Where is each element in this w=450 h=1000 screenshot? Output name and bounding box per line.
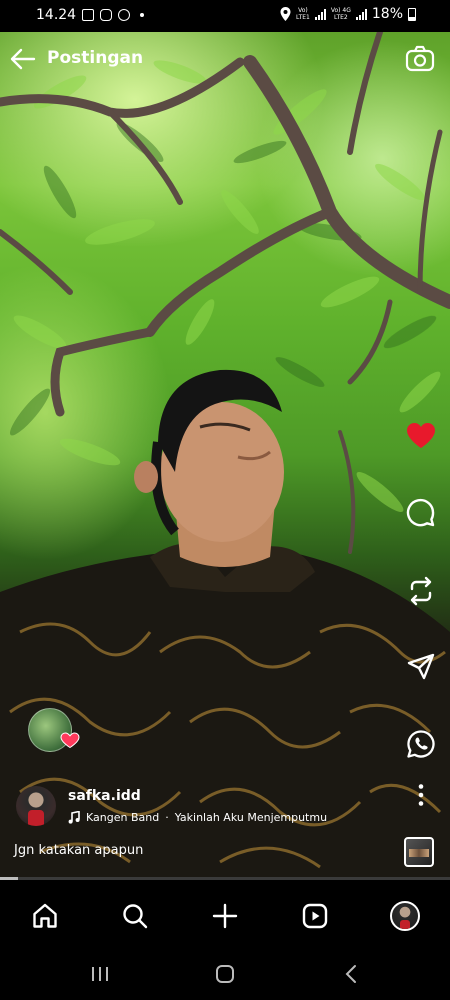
video-progress-bar[interactable] <box>0 877 450 880</box>
author-username[interactable]: safka.idd <box>68 788 141 804</box>
status-left: 14.24 <box>36 7 145 23</box>
comment-icon <box>406 498 435 527</box>
share-button[interactable] <box>404 650 438 684</box>
music-separator: · <box>165 811 169 824</box>
camera-button[interactable] <box>404 44 436 74</box>
music-note-icon <box>68 811 80 824</box>
nav-create-button[interactable] <box>209 900 241 932</box>
status-right: Vo) LTE1 Vo) 4G LTE2 18% <box>280 6 416 22</box>
sim1-label-bottom: LTE1 <box>296 14 310 21</box>
location-icon <box>280 7 291 21</box>
instagram-notification-icon <box>100 9 113 21</box>
post-screen: 14.24 Vo) LTE1 Vo) 4G LTE2 18% Postingan… <box>0 0 450 1000</box>
plus-icon <box>212 903 238 929</box>
whatsapp-icon <box>407 730 435 758</box>
post-header: Postingan <box>0 42 450 78</box>
sim2-label-bottom: LTE2 <box>333 14 348 21</box>
more-options-button[interactable] <box>404 778 438 812</box>
comment-button[interactable] <box>404 496 438 530</box>
reels-icon <box>302 903 328 929</box>
sim1-label-top: Vo) <box>298 7 308 14</box>
status-time: 14.24 <box>36 7 77 23</box>
more-vertical-icon <box>418 784 424 806</box>
repost-button[interactable] <box>404 574 438 608</box>
send-icon <box>407 653 435 680</box>
camera-icon <box>405 45 435 72</box>
battery-percent: 18% <box>371 6 403 22</box>
sim1-signal-icon <box>314 8 326 20</box>
gallery-notification-icon <box>82 9 95 21</box>
back-chevron-icon <box>345 965 356 983</box>
post-caption: Jgn katakan apapun <box>14 843 144 858</box>
whatsapp-share-button[interactable] <box>404 727 438 761</box>
search-icon <box>123 904 148 929</box>
nav-reels-button[interactable] <box>299 900 331 932</box>
post-photo-illustration <box>0 32 450 877</box>
status-bar: 14.24 Vo) LTE1 Vo) 4G LTE2 18% <box>0 0 450 32</box>
audio-thumbnail[interactable] <box>404 837 434 867</box>
sim2-label-top: Vo) 4G <box>330 7 351 14</box>
music-title: Yakinlah Aku Menjemputmu <box>174 811 328 824</box>
sim2-label: Vo) 4G LTE2 <box>331 7 351 21</box>
sim1-label: Vo) LTE1 <box>296 7 310 21</box>
recents-icon <box>92 967 108 981</box>
arrow-left-icon <box>10 48 36 70</box>
page-title: Postingan <box>47 48 144 68</box>
bottom-nav <box>0 880 450 952</box>
system-back-button[interactable] <box>340 962 362 986</box>
more-notifications-dot-icon <box>140 13 145 17</box>
author-avatar[interactable] <box>16 786 56 826</box>
nav-profile-button[interactable] <box>389 900 421 932</box>
video-progress-fill <box>0 877 18 880</box>
music-info[interactable]: Kangen Band · Yakinlah Aku Menjemputmu <box>68 811 327 824</box>
nav-home-button[interactable] <box>29 900 61 932</box>
system-nav-bar <box>0 952 450 1000</box>
heart-badge-icon <box>60 732 80 748</box>
music-artist: Kangen Band <box>86 811 160 824</box>
nav-search-button[interactable] <box>119 900 151 932</box>
back-button[interactable] <box>8 46 38 72</box>
sim2-signal-icon <box>355 8 367 20</box>
profile-avatar <box>390 901 420 931</box>
system-home-button[interactable] <box>212 962 238 986</box>
like-button[interactable] <box>404 418 438 452</box>
home-icon <box>33 903 57 928</box>
post-photo[interactable] <box>0 32 450 877</box>
repost-icon <box>410 576 432 606</box>
battery-icon <box>408 7 416 21</box>
facebook-notification-icon <box>118 9 131 21</box>
home-circle-icon <box>216 965 234 983</box>
recents-button[interactable] <box>88 962 112 986</box>
heart-filled-icon <box>407 423 435 448</box>
